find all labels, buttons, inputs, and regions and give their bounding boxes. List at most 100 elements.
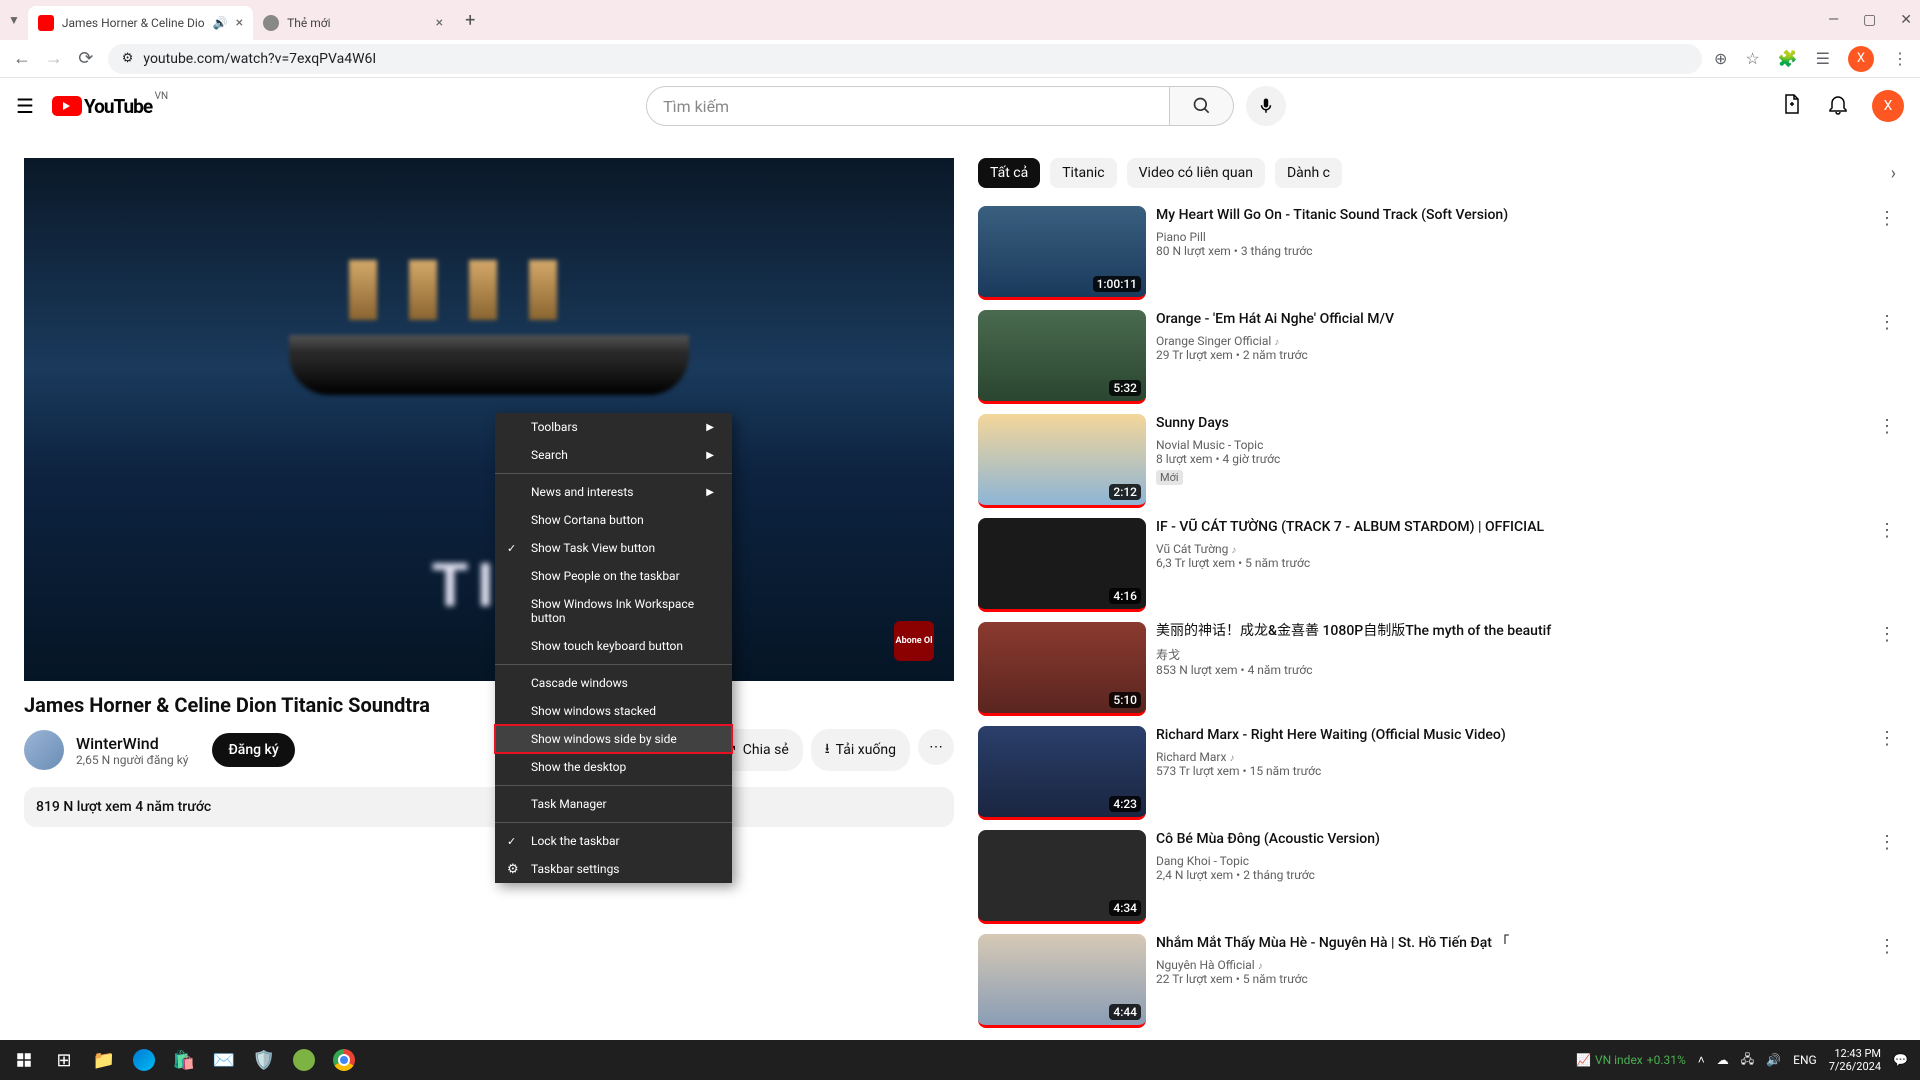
- reading-list-icon[interactable]: ☰: [1816, 49, 1830, 68]
- context-menu-item[interactable]: Show windows side by side: [495, 725, 732, 753]
- menu-label: Cascade windows: [531, 676, 628, 690]
- recommendation-item[interactable]: 4:16 IF - VŨ CÁT TƯỜNG (TRACK 7 - ALBUM …: [978, 518, 1896, 612]
- stock-widget[interactable]: 📈 VN index +0.31%: [1576, 1053, 1686, 1067]
- verified-icon: ♪: [1258, 961, 1263, 972]
- site-info-icon[interactable]: ⚙: [122, 51, 134, 66]
- context-menu-item[interactable]: ✓Lock the taskbar: [495, 827, 732, 855]
- chips-next-icon[interactable]: ›: [1891, 163, 1896, 184]
- filter-chip[interactable]: Titanic: [1050, 158, 1116, 188]
- rec-menu-icon[interactable]: ⋮: [1878, 416, 1896, 437]
- more-actions-button[interactable]: ⋯: [918, 729, 954, 765]
- context-menu-item[interactable]: Show People on the taskbar: [495, 562, 732, 590]
- new-tab-button[interactable]: +: [465, 10, 475, 31]
- channel-avatar[interactable]: [24, 730, 64, 770]
- rec-menu-icon[interactable]: ⋮: [1878, 312, 1896, 333]
- onedrive-icon[interactable]: ☁: [1717, 1053, 1729, 1067]
- close-window-button[interactable]: ✕: [1900, 12, 1912, 28]
- network-icon[interactable]: 🖧: [1741, 1050, 1754, 1071]
- hamburger-icon[interactable]: ☰: [16, 94, 34, 118]
- forward-button[interactable]: →: [44, 48, 64, 69]
- back-button[interactable]: ←: [12, 48, 32, 69]
- video-player[interactable]: TIT Abone Ol: [24, 158, 954, 681]
- bookmark-icon[interactable]: ☆: [1745, 49, 1759, 68]
- logo-text: YouTube: [84, 95, 152, 118]
- filter-chip[interactable]: Dành c: [1275, 158, 1342, 188]
- context-menu-item[interactable]: Show windows stacked: [495, 697, 732, 725]
- context-menu-item[interactable]: News and interests▶: [495, 478, 732, 506]
- minimize-button[interactable]: —: [1828, 12, 1839, 28]
- edge-icon[interactable]: [124, 1040, 164, 1080]
- create-icon[interactable]: [1780, 92, 1804, 121]
- context-menu-item[interactable]: Show touch keyboard button: [495, 632, 732, 660]
- search-input[interactable]: Tìm kiếm: [646, 86, 1170, 126]
- rec-channel: Nguyên Hà Official♪: [1156, 958, 1872, 972]
- tab-newtab[interactable]: Thẻ mới ×: [253, 6, 453, 40]
- menu-label: Show People on the taskbar: [531, 569, 680, 583]
- browser-profile[interactable]: X: [1848, 46, 1874, 72]
- yt-header: ☰ YouTube VN Tìm kiếm X: [0, 78, 1920, 134]
- mail-icon[interactable]: ✉️: [204, 1040, 244, 1080]
- chrome-icon[interactable]: [324, 1040, 364, 1080]
- menu-label: Show Cortana button: [531, 513, 644, 527]
- store-icon[interactable]: 🛍️: [164, 1040, 204, 1080]
- volume-icon[interactable]: 🔊: [1766, 1053, 1781, 1067]
- download-button[interactable]: ⭳Tải xuống: [811, 729, 910, 771]
- recommendation-item[interactable]: 4:44 Nhắm Mắt Thấy Mùa Hè - Nguyên Hà | …: [978, 934, 1896, 1028]
- show-hidden-icons[interactable]: ˄: [1698, 1053, 1705, 1067]
- extensions-icon[interactable]: 🧩: [1778, 49, 1798, 68]
- context-menu-item[interactable]: Show the desktop: [495, 753, 732, 781]
- filter-chip[interactable]: Video có liên quan: [1127, 158, 1265, 188]
- notifications-icon[interactable]: [1826, 92, 1850, 121]
- rec-menu-icon[interactable]: ⋮: [1878, 208, 1896, 229]
- close-icon[interactable]: ×: [236, 15, 243, 31]
- maximize-button[interactable]: ▢: [1863, 12, 1876, 28]
- recommendation-item[interactable]: 5:10 美丽的神话！成龙&金喜善 1080P自制版The myth of th…: [978, 622, 1896, 716]
- tab-dropdown-icon[interactable]: ▼: [8, 13, 20, 27]
- context-menu-item[interactable]: Search▶: [495, 441, 732, 469]
- subscribe-button[interactable]: Đăng ký: [212, 733, 294, 767]
- action-center-icon[interactable]: 💬: [1893, 1053, 1908, 1067]
- close-icon[interactable]: ×: [436, 15, 443, 31]
- filter-chip[interactable]: Tất cả: [978, 158, 1040, 188]
- rec-menu-icon[interactable]: ⋮: [1878, 728, 1896, 749]
- context-menu-item[interactable]: Cascade windows: [495, 669, 732, 697]
- context-menu-item[interactable]: Task Manager: [495, 790, 732, 818]
- audio-icon[interactable]: 🔊: [213, 16, 228, 30]
- context-menu-item[interactable]: ⚙Taskbar settings: [495, 855, 732, 883]
- task-view-button[interactable]: ⊞: [44, 1040, 84, 1080]
- coccoc-icon[interactable]: [284, 1040, 324, 1080]
- language-indicator[interactable]: ENG: [1793, 1053, 1817, 1067]
- url-input[interactable]: ⚙ youtube.com/watch?v=7exqPVa4W6I: [108, 44, 1702, 74]
- recommendation-item[interactable]: 5:32 Orange - 'Em Hát Ai Nghe' Official …: [978, 310, 1896, 404]
- voice-search-button[interactable]: [1246, 86, 1286, 126]
- security-icon[interactable]: 🛡️: [244, 1040, 284, 1080]
- duration-badge: 5:10: [1109, 692, 1141, 708]
- recommendation-item[interactable]: 4:23 Richard Marx - Right Here Waiting (…: [978, 726, 1896, 820]
- youtube-logo[interactable]: YouTube VN: [52, 95, 152, 118]
- recommendation-item[interactable]: 1:00:11 My Heart Will Go On - Titanic So…: [978, 206, 1896, 300]
- new-badge: Mới: [1156, 470, 1183, 485]
- context-menu-item[interactable]: Toolbars▶: [495, 413, 732, 441]
- video-description[interactable]: 819 N lượt xem 4 năm trước: [24, 787, 954, 827]
- file-explorer-icon[interactable]: 📁: [84, 1040, 124, 1080]
- context-menu-item[interactable]: Show Cortana button: [495, 506, 732, 534]
- channel-name[interactable]: WinterWind: [76, 734, 188, 753]
- search-button[interactable]: [1170, 86, 1234, 126]
- context-menu-item[interactable]: Show Windows Ink Workspace button: [495, 590, 732, 632]
- channel-watermark[interactable]: Abone Ol: [894, 621, 934, 661]
- browser-menu-icon[interactable]: ⋮: [1892, 49, 1908, 68]
- start-button[interactable]: [4, 1040, 44, 1080]
- rec-menu-icon[interactable]: ⋮: [1878, 624, 1896, 645]
- reload-button[interactable]: ⟳: [76, 48, 96, 69]
- rec-menu-icon[interactable]: ⋮: [1878, 520, 1896, 541]
- context-menu-item[interactable]: ✓Show Task View button: [495, 534, 732, 562]
- install-app-icon[interactable]: ⊕: [1714, 49, 1727, 68]
- tab-youtube[interactable]: James Horner & Celine Dio 🔊 ×: [28, 6, 253, 40]
- clock[interactable]: 12:43 PM 7/26/2024: [1829, 1047, 1881, 1073]
- filter-chips: Tất cả Titanic Video có liên quan Dành c ›: [978, 158, 1896, 188]
- recommendation-item[interactable]: 2:12 Sunny Days Novial Music - Topic 8 l…: [978, 414, 1896, 508]
- recommendation-item[interactable]: 4:34 Cô Bé Mùa Đông (Acoustic Version) D…: [978, 830, 1896, 924]
- rec-menu-icon[interactable]: ⋮: [1878, 832, 1896, 853]
- account-avatar[interactable]: X: [1872, 90, 1904, 122]
- rec-menu-icon[interactable]: ⋮: [1878, 936, 1896, 957]
